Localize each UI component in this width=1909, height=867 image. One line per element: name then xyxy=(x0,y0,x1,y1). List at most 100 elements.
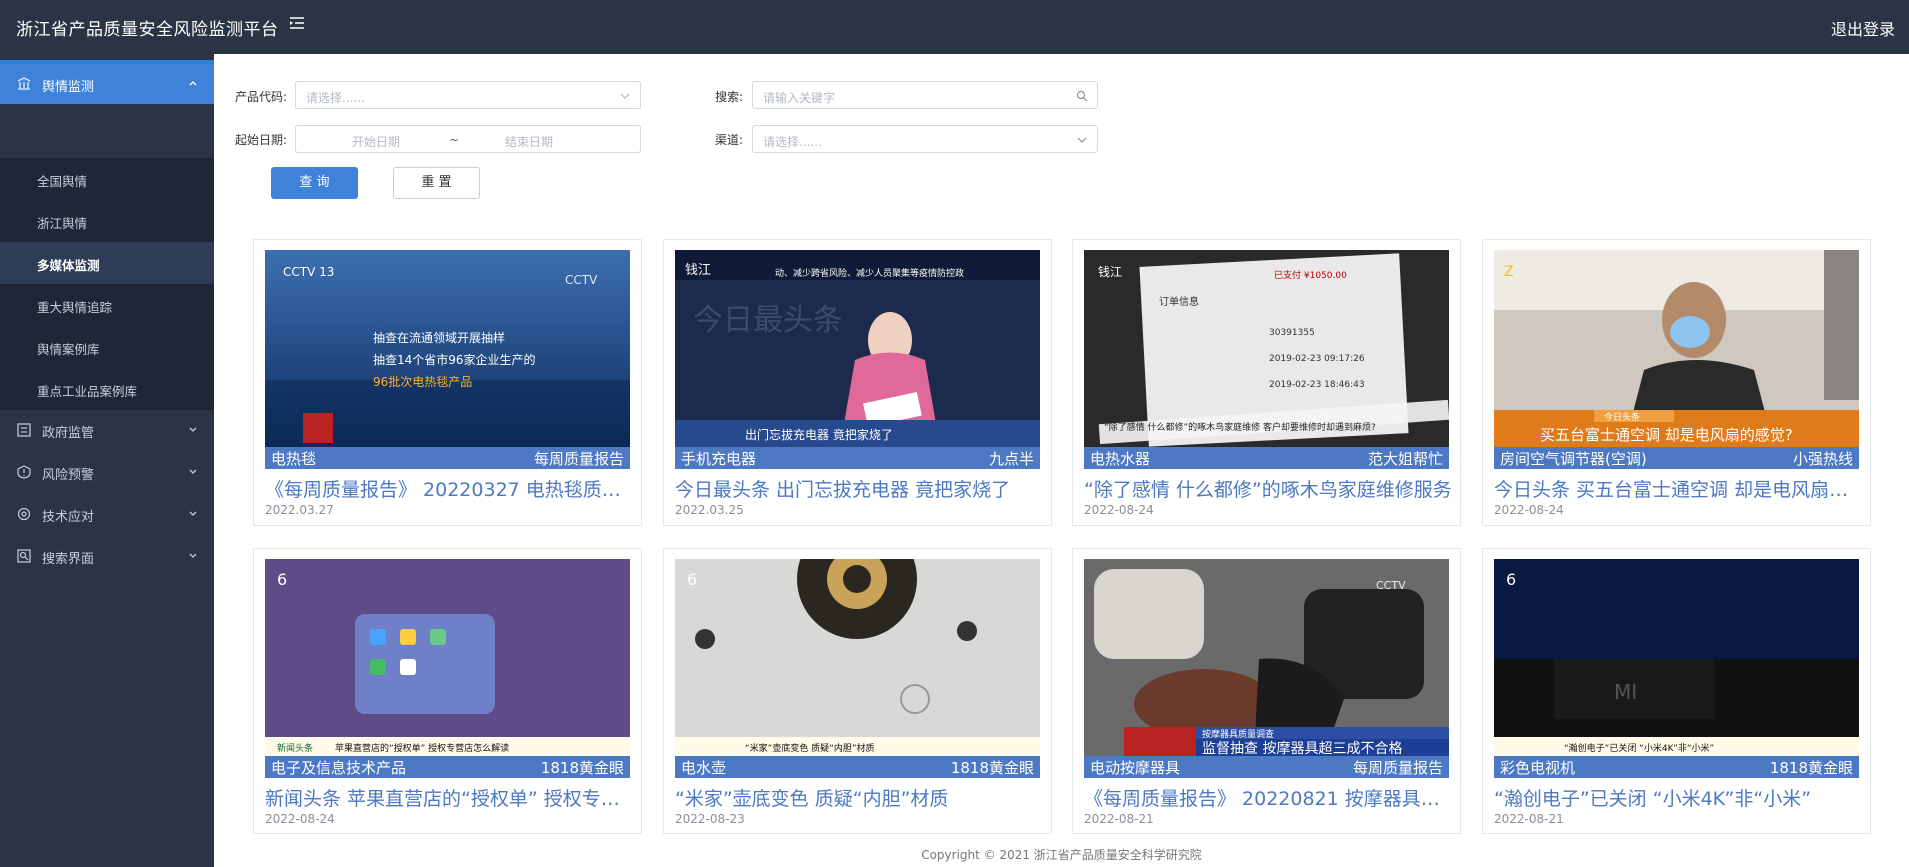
thumb-subtitle: 苹果直营店的“授权单” 授权专营店怎么解读 xyxy=(335,742,509,754)
date-label: 起始日期: xyxy=(235,133,288,147)
channel-label: 渠道: xyxy=(715,133,744,147)
card-title[interactable]: 《每周质量报告》 20220821 按摩器具质量抽查 xyxy=(1084,784,1452,811)
channel-select[interactable]: 请选择...... xyxy=(752,125,1098,153)
card-date: 2022-08-23 xyxy=(675,812,745,826)
card-category: 电子及信息技术产品 xyxy=(271,759,407,777)
video-card[interactable]: CCTV 13 CCTV 抽查在流通领域开展抽样 抽查14个省市96家企业生产的… xyxy=(253,239,642,526)
sidebar-item-label: 重点工业品案例库 xyxy=(37,384,138,399)
sidebar-group-public-opinion[interactable]: 舆情监测 xyxy=(0,64,214,104)
thumb-tag: 新闻头条 xyxy=(277,742,313,754)
card-source: 每周质量报告 xyxy=(533,450,624,468)
video-thumbnail[interactable]: CCTV 13 CCTV 抽查在流通领域开展抽样 抽查14个省市96家企业生产的… xyxy=(265,250,630,447)
date-separator: ~ xyxy=(449,133,460,147)
thumb-text-line: 96批次电热毯产品 xyxy=(373,374,472,389)
video-thumbnail[interactable]: 6 “米家”壶底变色 质疑“内胆”材质 xyxy=(675,559,1040,756)
card-title[interactable]: “瀚创电子”已关闭 “小米4K”非“小米” xyxy=(1494,784,1862,811)
caption-bar: 电动按摩器具 每周质量报告 xyxy=(1084,756,1449,778)
video-thumbnail[interactable]: 钱江 动、减少跨省风险、减少人员聚集等疫情防控政 今日最头条 出门忘拔充电器 竟… xyxy=(675,250,1040,447)
video-card[interactable]: CCTV 按摩器具质量调查 监督抽查 按摩器具超三成不合格 电动按摩器具 每周质… xyxy=(1072,548,1461,834)
sidebar-item-multimedia[interactable]: 多媒体监测 xyxy=(0,242,214,284)
thumb-time: 2019-02-23 09:17:26 xyxy=(1269,354,1365,364)
video-thumbnail[interactable]: Z 今日头条 买五台富士通空调 却是电风扇的感觉? xyxy=(1494,250,1859,447)
card-title[interactable]: 今日头条 买五台富士通空调 却是电风扇的感觉? xyxy=(1494,475,1862,502)
thumb-channel-logo: Z xyxy=(1504,264,1514,280)
sidebar-group-tech-response[interactable]: 技术应对 xyxy=(0,494,214,534)
card-date: 2022.03.27 xyxy=(265,503,334,517)
card-title[interactable]: 《每周质量报告》 20220327 电热毯质量抽查 xyxy=(265,475,633,502)
card-title[interactable]: “除了感情 什么都修”的啄木鸟家庭维修服务 xyxy=(1084,475,1452,502)
thumb-subtitle: 买五台富士通空调 却是电风扇的感觉? xyxy=(1540,426,1793,444)
video-thumbnail[interactable]: 6 新闻头条 苹果直营店的“授权单” 授权专营店怎么解读 xyxy=(265,559,630,756)
thumb-time: 2019-02-23 18:46:43 xyxy=(1269,380,1365,390)
sidebar-item-major-tracking[interactable]: 重大舆情追踪 xyxy=(0,284,214,326)
search-placeholder: 请输入关键字 xyxy=(763,91,836,105)
card-source: 1818黄金眼 xyxy=(540,759,624,777)
card-category: 房间空气调节器(空调) xyxy=(1500,450,1647,468)
query-button[interactable]: 查 询 xyxy=(271,167,358,199)
end-date-placeholder[interactable]: 结束日期 xyxy=(505,133,553,150)
chevron-down-icon xyxy=(189,553,197,558)
sidebar-submenu: 全国舆情 浙江舆情 多媒体监测 重大舆情追踪 舆情案例库 重点工业品案例库 xyxy=(0,158,214,410)
card-title[interactable]: 新闻头条 苹果直营店的“授权单” 授权专营店怎么解读 xyxy=(265,784,633,811)
sidebar-group-label: 搜索界面 xyxy=(42,552,95,567)
sidebar-group-risk-warning[interactable]: 风险预警 xyxy=(0,452,214,492)
thumb-screen-text: MI xyxy=(1614,680,1637,704)
search-input[interactable]: 请输入关键字 xyxy=(752,81,1098,109)
card-category: 电动按摩器具 xyxy=(1090,759,1181,777)
thumb-channel-logo: 6 xyxy=(277,570,287,589)
thumb-paid: 已支付 ¥1050.00 xyxy=(1274,269,1347,281)
sidebar-group-label: 风险预警 xyxy=(42,468,95,483)
video-card[interactable]: 6 新闻头条 苹果直营店的“授权单” 授权专营店怎么解读 电子及信息技术产品 1… xyxy=(253,548,642,834)
date-range-picker[interactable]: 开始日期 ~ 结束日期 xyxy=(295,125,641,153)
video-card[interactable]: 钱江 动、减少跨省风险、减少人员聚集等疫情防控政 今日最头条 出门忘拔充电器 竟… xyxy=(663,239,1052,526)
thumb-subtitle: “除了感情 什么都修”的啄木鸟家庭维修 客户却要维修时却遇到麻烦? xyxy=(1104,421,1376,433)
caption-bar: 房间空气调节器(空调) 小强热线 xyxy=(1494,447,1859,469)
chevron-up-icon xyxy=(189,81,197,86)
thumb-subtitle: 出门忘拔充电器 竟把家烧了 xyxy=(745,427,893,442)
sidebar-item-case-library[interactable]: 舆情案例库 xyxy=(0,326,214,368)
video-card[interactable]: MI 6 “瀚创电子”已关闭 “小米4K”非“小米” 彩色电视机 1818黄金眼… xyxy=(1482,548,1871,834)
sidebar-item-label: 舆情案例库 xyxy=(37,342,100,357)
sidebar-item-industrial-cases[interactable]: 重点工业品案例库 xyxy=(0,368,214,410)
thumb-channel-logo: 钱江 xyxy=(685,263,711,278)
video-thumbnail[interactable]: MI 6 “瀚创电子”已关闭 “小米4K”非“小米” xyxy=(1494,559,1859,756)
card-date: 2022-08-24 xyxy=(1084,503,1154,517)
sidebar-item-national[interactable]: 全国舆情 xyxy=(0,158,214,200)
app-title: 浙江省产品质量安全风险监测平台 xyxy=(16,20,279,40)
card-date: 2022-08-24 xyxy=(265,812,335,826)
video-card[interactable]: 已支付 ¥1050.00 订单信息 30391355 2019-02-23 09… xyxy=(1072,239,1461,526)
chevron-down-icon xyxy=(1077,137,1087,143)
video-card[interactable]: 6 “米家”壶底变色 质疑“内胆”材质 电水壶 1818黄金眼 “米家”壶底变色… xyxy=(663,548,1052,834)
logout-button[interactable]: 退出登录 xyxy=(1831,16,1895,40)
search-icon[interactable] xyxy=(1076,90,1088,102)
chevron-down-icon xyxy=(189,427,197,432)
thumb-channel-logo: 钱江 xyxy=(1098,264,1122,279)
thumb-banner: 今日最头条 xyxy=(693,303,843,338)
card-category: 手机充电器 xyxy=(681,450,757,468)
card-category: 电热毯 xyxy=(271,450,317,468)
sidebar-group-search[interactable]: 搜索界面 xyxy=(0,536,214,576)
start-date-placeholder[interactable]: 开始日期 xyxy=(352,133,400,150)
channel-placeholder: 请选择...... xyxy=(763,135,822,149)
sidebar-group-government[interactable]: 政府监管 xyxy=(0,410,214,450)
thumb-tag: 今日头条 xyxy=(1604,411,1640,423)
sidebar-item-zhejiang[interactable]: 浙江舆情 xyxy=(0,200,214,242)
card-date: 2022-08-24 xyxy=(1494,503,1564,517)
sidebar: 舆情监测 全国舆情 浙江舆情 多媒体监测 重大舆情追踪 舆情案例库 重点工业品案… xyxy=(0,54,214,867)
product-code-select[interactable]: 请选择...... xyxy=(295,81,641,109)
video-card[interactable]: Z 今日头条 买五台富士通空调 却是电风扇的感觉? 房间空气调节器(空调) 小强… xyxy=(1482,239,1871,526)
reset-button[interactable]: 重 置 xyxy=(393,167,480,199)
sidebar-item-label: 浙江舆情 xyxy=(37,216,88,231)
card-title[interactable]: 今日最头条 出门忘拔充电器 竟把家烧了 xyxy=(675,475,1043,502)
menu-toggle-icon[interactable] xyxy=(288,14,308,34)
card-title[interactable]: “米家”壶底变色 质疑“内胆”材质 xyxy=(675,784,1043,811)
video-thumbnail[interactable]: CCTV 按摩器具质量调查 监督抽查 按摩器具超三成不合格 xyxy=(1084,559,1449,756)
video-thumbnail[interactable]: 已支付 ¥1050.00 订单信息 30391355 2019-02-23 09… xyxy=(1084,250,1449,447)
thumb-text-line: 抽查14个省市96家企业生产的 xyxy=(373,352,536,367)
chevron-down-icon xyxy=(189,511,197,516)
card-source: 每周质量报告 xyxy=(1352,759,1443,777)
caption-bar: 电水壶 1818黄金眼 xyxy=(675,756,1040,778)
caption-bar: 电热毯 每周质量报告 xyxy=(265,447,630,469)
card-date: 2022.03.25 xyxy=(675,503,744,517)
card-source: 1818黄金眼 xyxy=(950,759,1034,777)
